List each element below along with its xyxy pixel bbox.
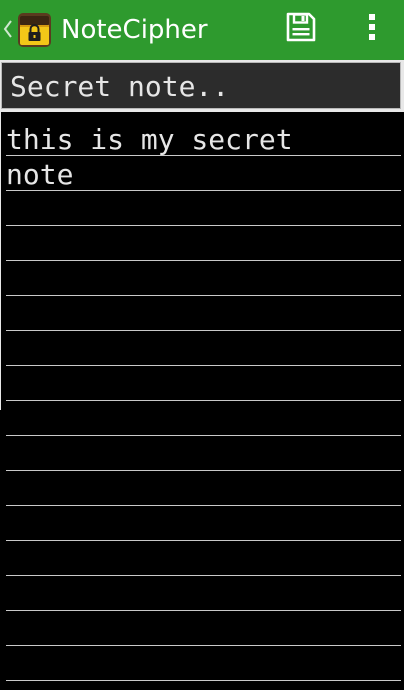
ruled-line <box>6 610 401 611</box>
ruled-line <box>6 260 401 261</box>
note-body-area[interactable] <box>0 112 404 690</box>
save-button[interactable] <box>278 6 324 52</box>
up-navigation-button[interactable]: NoteCipher <box>0 0 220 60</box>
ruled-line <box>6 680 401 681</box>
ruled-line <box>6 295 401 296</box>
app-title: NoteCipher <box>61 15 208 45</box>
floppy-disk-icon <box>286 12 316 46</box>
ruled-line <box>6 540 401 541</box>
note-title-input[interactable]: Secret note.. <box>1 62 401 109</box>
ruled-line <box>6 400 401 401</box>
ruled-line <box>6 505 401 506</box>
notecipher-app: NoteCipher Secret note.. this is my secr… <box>0 0 404 690</box>
ruled-line <box>6 435 401 436</box>
ruled-line <box>6 645 401 646</box>
note-body-text[interactable]: this is my secret note <box>6 122 386 192</box>
editor-left-edge <box>0 112 1 410</box>
ruled-line <box>6 575 401 576</box>
chevron-left-icon <box>3 19 13 39</box>
overflow-menu-button[interactable] <box>352 6 392 52</box>
ruled-line <box>6 470 401 471</box>
vertical-ellipsis-icon <box>367 12 377 46</box>
lock-chest-icon <box>17 12 52 48</box>
ruled-line <box>6 330 401 331</box>
ruled-line <box>6 365 401 366</box>
ruled-line <box>6 225 401 226</box>
action-bar: NoteCipher <box>0 0 404 60</box>
